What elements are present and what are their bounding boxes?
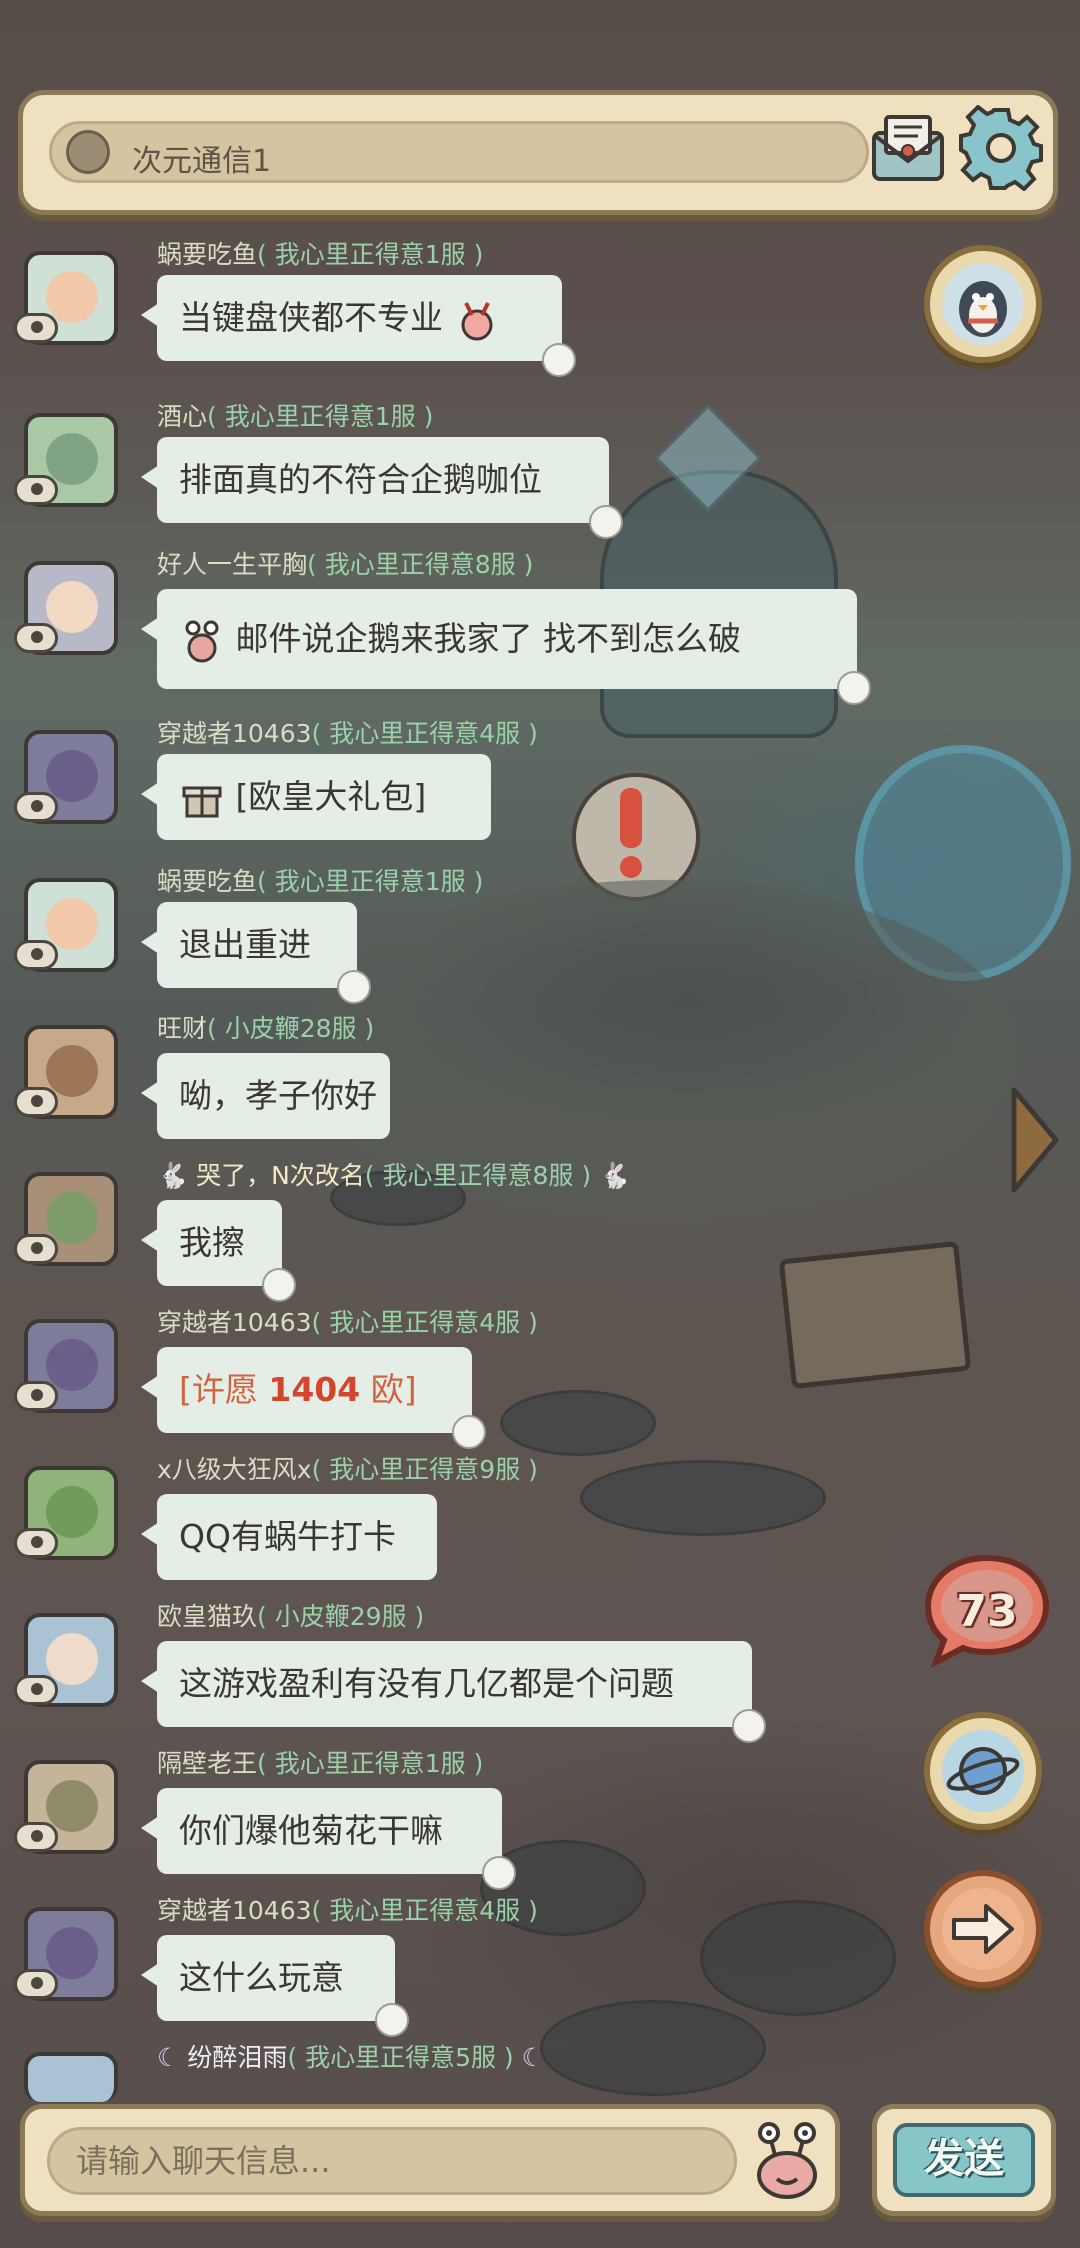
message-text: 你们爆他菊花干嘛: [179, 1811, 443, 1850]
emoji-button[interactable]: [747, 2119, 827, 2203]
bubble-icon: [452, 1415, 486, 1449]
eye-icon[interactable]: [14, 1087, 58, 1117]
message-bubble: 你们爆他菊花干嘛: [141, 1788, 516, 1890]
gear-icon: [959, 104, 1043, 192]
mail-button[interactable]: [868, 111, 948, 185]
sender-name[interactable]: 蜗要吃鱼( 我心里正得意1服 ): [157, 235, 483, 271]
chat-composer: [20, 2104, 840, 2216]
penguin-icon: [942, 263, 1024, 345]
channel-icon: [66, 130, 110, 174]
eye-icon[interactable]: [14, 313, 58, 343]
message-bubble: 排面真的不符合企鹅咖位: [141, 437, 623, 539]
sender-name[interactable]: 好人一生平胸( 我心里正得意8服 ): [157, 545, 533, 581]
sender-name[interactable]: 蜗要吃鱼( 我心里正得意1服 ): [157, 862, 483, 898]
bubble-icon: [837, 671, 871, 705]
message-text: 这游戏盈利有没有几亿都是个问题: [179, 1664, 674, 1703]
rock: [500, 1390, 656, 1456]
unread-count-badge[interactable]: 73: [922, 1552, 1052, 1669]
sender-name[interactable]: 🐇 哭了，N次改名( 我心里正得意8服 ) 🐇: [157, 1156, 630, 1192]
exclamation-mark: [620, 788, 642, 848]
rock: [580, 1460, 826, 1536]
sender-name[interactable]: ☾ 纷醉泪雨( 我心里正得意5服 ) ☾: [157, 2038, 544, 2074]
message-text: 这什么玩意: [179, 1958, 344, 1997]
chat-header: 次元通信1: [18, 90, 1058, 215]
moon-icon: ☾: [513, 2043, 545, 2072]
rabbit-icon: 🐇: [157, 1161, 197, 1190]
wish-text-prefix: [许愿: [179, 1370, 269, 1409]
message-bubble: 呦，孝子你好: [141, 1053, 390, 1139]
eye-icon[interactable]: [14, 1969, 58, 1999]
message-bubble: 我擦: [141, 1200, 296, 1302]
bubble-icon: [337, 970, 371, 1004]
sender-name[interactable]: 酒心( 我心里正得意1服 ): [157, 397, 433, 433]
sender-name[interactable]: x八级大狂风x( 我心里正得意9服 ): [157, 1450, 538, 1486]
expand-arrow-icon[interactable]: [1004, 1080, 1064, 1200]
bubble-icon: [482, 1856, 516, 1890]
penguin-button[interactable]: [924, 245, 1042, 363]
eye-icon[interactable]: [14, 792, 58, 822]
sender-name[interactable]: 穿越者10463( 我心里正得意4服 ): [157, 714, 538, 750]
eye-icon[interactable]: [14, 1528, 58, 1558]
eye-icon[interactable]: [14, 475, 58, 505]
sender-name[interactable]: 穿越者10463( 我心里正得意4服 ): [157, 1891, 538, 1927]
message-bubble: 退出重进: [141, 902, 371, 1004]
rock: [700, 1900, 896, 2016]
rock: [540, 2000, 766, 2096]
gift-bubble[interactable]: [欧皇大礼包]: [141, 754, 491, 840]
bubble-icon: [262, 1268, 296, 1302]
snail-emoji-icon: [185, 620, 219, 662]
sender-name[interactable]: 旺财( 小皮鞭28服 ): [157, 1009, 374, 1045]
forward-button[interactable]: [924, 1870, 1042, 1988]
exclamation-dot: [620, 856, 642, 878]
message-text: 邮件说企鹅来我家了 找不到怎么破: [235, 619, 742, 658]
pig-emoji-icon: [461, 301, 492, 340]
avatar[interactable]: [24, 2052, 118, 2102]
message-text: 退出重进: [179, 925, 311, 964]
message-text: 排面真的不符合企鹅咖位: [179, 460, 542, 499]
eye-icon[interactable]: [14, 940, 58, 970]
eye-icon[interactable]: [14, 1822, 58, 1852]
send-button-frame: 发送: [872, 2104, 1056, 2216]
mail-icon: [872, 115, 944, 181]
wish-number: 1404: [268, 1370, 361, 1409]
mine-cart: [778, 1240, 972, 1390]
message-bubble: 这游戏盈利有没有几亿都是个问题: [141, 1641, 766, 1743]
sender-name[interactable]: 隔壁老王( 我心里正得意1服 ): [157, 1744, 483, 1780]
eye-icon[interactable]: [14, 1234, 58, 1264]
wish-bubble[interactable]: [许愿 1404 欧]: [141, 1347, 486, 1449]
message-bubble: 这什么玩意: [141, 1935, 409, 2037]
unread-count: 73: [956, 1586, 1018, 1637]
chat-input[interactable]: [47, 2127, 737, 2195]
message-bubble: QQ有蜗牛打卡: [141, 1494, 437, 1580]
planet-button[interactable]: [924, 1712, 1042, 1830]
bubble-icon: [732, 1709, 766, 1743]
snail-emoji-icon: [757, 2122, 817, 2199]
channel-name: 次元通信1: [132, 144, 272, 179]
message-text: [欧皇大礼包]: [235, 777, 427, 816]
wish-text-suffix: 欧]: [360, 1370, 417, 1409]
sender-name[interactable]: 穿越者10463( 我心里正得意4服 ): [157, 1303, 538, 1339]
rabbit-icon: 🐇: [591, 1161, 631, 1190]
eye-icon[interactable]: [14, 1675, 58, 1705]
right-arrow-icon: [942, 1888, 1024, 1970]
bubble-icon: [542, 343, 576, 377]
message-bubble: 邮件说企鹅来我家了 找不到怎么破: [141, 589, 871, 705]
eye-icon[interactable]: [14, 623, 58, 653]
bubble-icon: [375, 2003, 409, 2037]
gift-icon: [182, 786, 222, 817]
settings-button[interactable]: [958, 104, 1044, 192]
planet-icon: [942, 1730, 1024, 1812]
message-text: QQ有蜗牛打卡: [179, 1517, 396, 1556]
moon-icon: ☾: [157, 2043, 188, 2072]
message-text: 当键盘侠都不专业: [179, 298, 443, 337]
message-text: 呦，孝子你好: [179, 1076, 377, 1115]
channel-selector[interactable]: 次元通信1: [49, 121, 869, 183]
sender-name[interactable]: 欧皇猫玖( 小皮鞭29服 ): [157, 1597, 424, 1633]
message-text: 我擦: [179, 1223, 245, 1262]
eye-icon[interactable]: [14, 1381, 58, 1411]
bubble-icon: [589, 505, 623, 539]
send-button[interactable]: 发送: [893, 2123, 1035, 2197]
message-bubble: 当键盘侠都不专业: [141, 275, 576, 377]
